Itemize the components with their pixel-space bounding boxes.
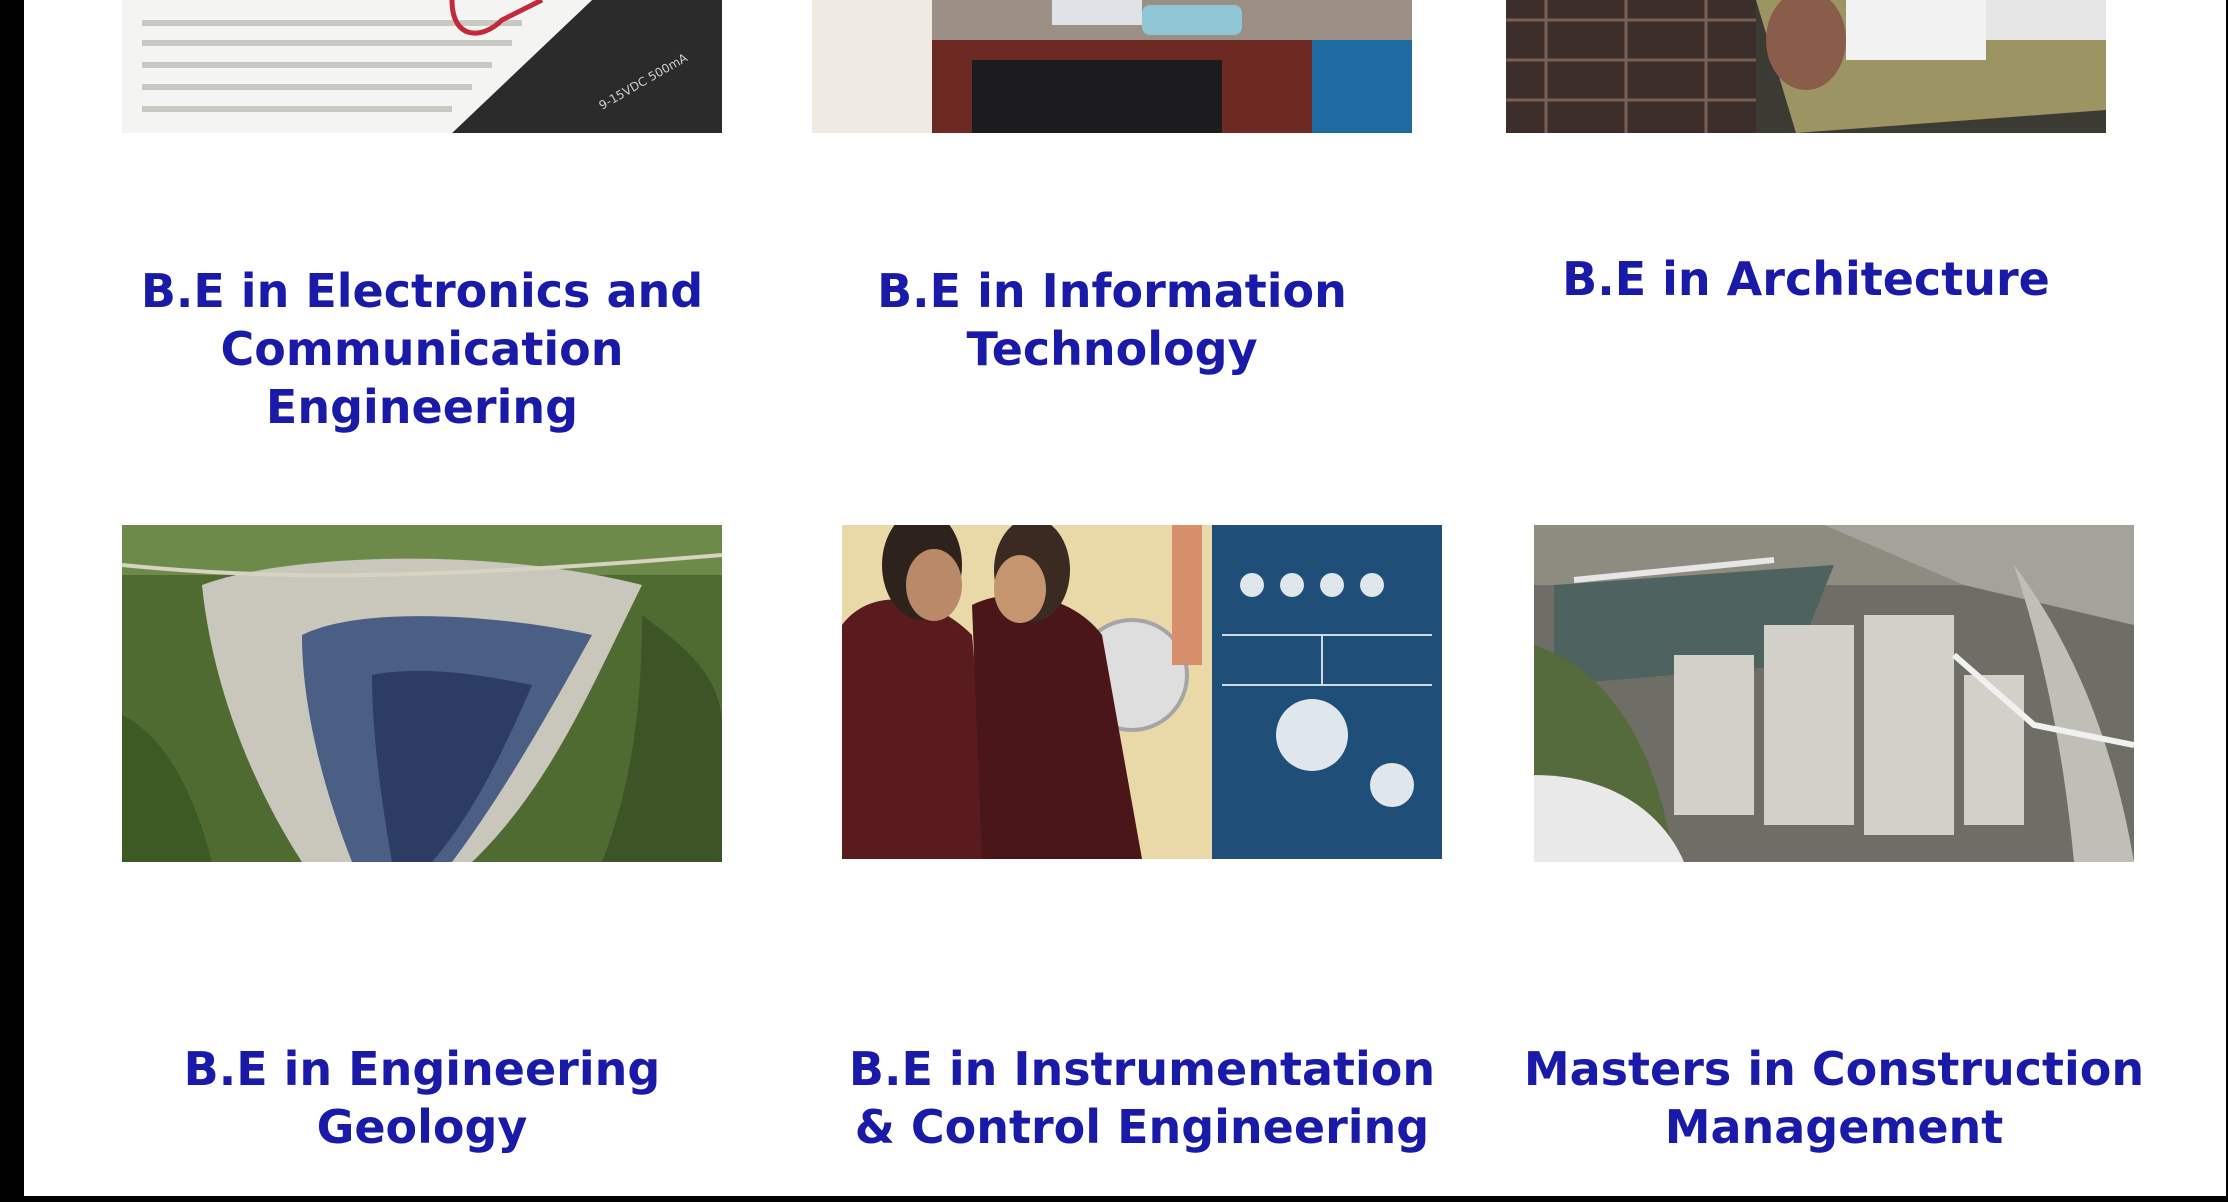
programs-page: 9-15VDC 500mA B.E in Electronics and Com…: [24, 0, 2226, 1196]
dam-construction-photo-icon[interactable]: [1534, 525, 2134, 862]
landslide-aerial-photo-icon[interactable]: [122, 525, 722, 862]
control-panel-lab-photo-icon[interactable]: [842, 525, 1442, 859]
program-title[interactable]: B.E in Architecture: [1486, 250, 2126, 308]
program-title[interactable]: B.E in Instrumentation & Control Enginee…: [822, 1040, 1462, 1156]
program-title[interactable]: B.E in Engineering Geology: [102, 1040, 742, 1156]
program-title[interactable]: B.E in Information Technology: [792, 262, 1432, 378]
breadboard-photo-icon[interactable]: 9-15VDC 500mA: [122, 0, 722, 133]
architecture-model-photo-icon[interactable]: [1506, 0, 2106, 133]
program-title[interactable]: Masters in Construction Management: [1514, 1040, 2154, 1156]
office-computer-photo-icon[interactable]: [812, 0, 1412, 133]
program-title[interactable]: B.E in Electronics and Communication Eng…: [102, 262, 742, 436]
